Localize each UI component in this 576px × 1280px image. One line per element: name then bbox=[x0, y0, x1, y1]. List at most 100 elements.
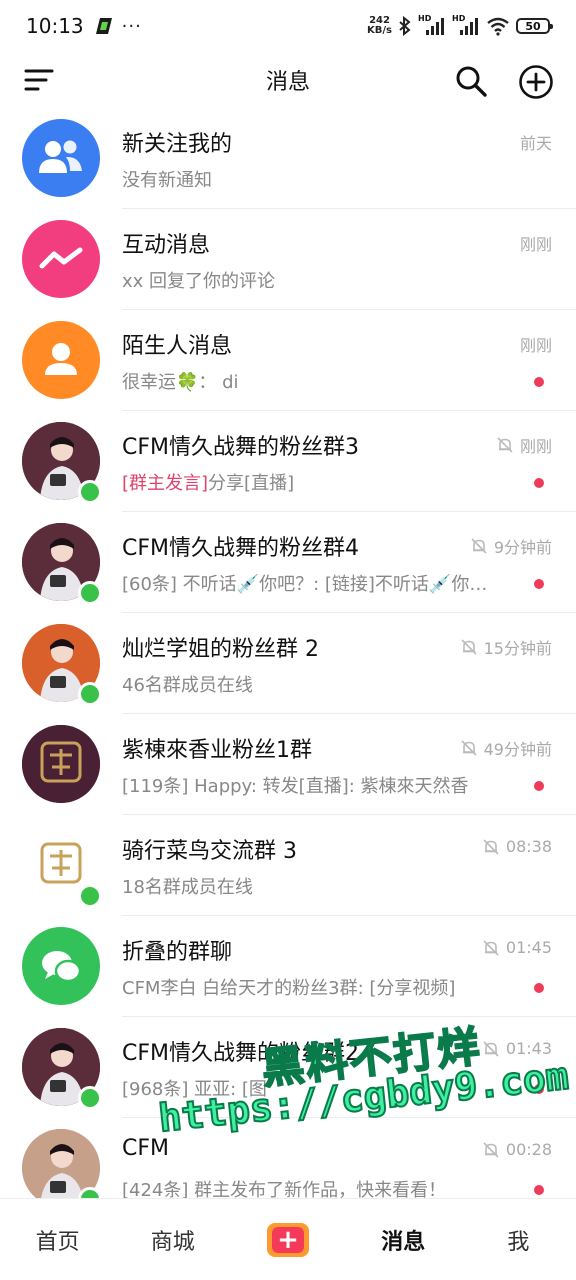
status-time: 10:13 bbox=[26, 14, 84, 38]
bottom-nav: 首页 商城 + 消息 我 bbox=[0, 1198, 576, 1280]
unread-dot bbox=[534, 377, 544, 387]
mute-bell-icon bbox=[471, 538, 487, 554]
conversation-row[interactable]: 互动消息 xx 回复了你的评论 刚刚 bbox=[0, 209, 576, 310]
preview-text: xx 回复了你的评论 bbox=[122, 271, 276, 292]
conversation-name: CFM情久战舞的粉丝群3 bbox=[122, 435, 359, 460]
online-indicator bbox=[78, 884, 102, 908]
menu-icon[interactable] bbox=[24, 66, 54, 94]
time-text: 刚刚 bbox=[519, 235, 552, 254]
hd-label-1: HD bbox=[418, 14, 432, 23]
time-text: 49分钟前 bbox=[483, 740, 552, 759]
conversation-row[interactable]: CFM情久战舞的粉丝群3 [群主发言]分享[直播] 刚刚 bbox=[0, 411, 576, 512]
preview-text: 没有新通知 bbox=[122, 170, 212, 191]
unread-dot bbox=[534, 478, 544, 488]
conversation-time: 刚刚 bbox=[496, 433, 552, 457]
conversation-time: 00:28 bbox=[482, 1140, 552, 1159]
time-text: 前天 bbox=[519, 134, 552, 153]
unread-dot bbox=[534, 1185, 544, 1195]
followers-icon[interactable] bbox=[22, 119, 100, 197]
conversation-name: 互动消息 bbox=[122, 233, 211, 258]
conversation-preview: [60条] 不听话💉你吧？: [链接]不听话💉你… bbox=[122, 570, 487, 596]
unread-dot bbox=[534, 579, 544, 589]
conversation-row[interactable]: CFM情久战舞的粉丝群2 [968条] 亚亚: [图 01:43 bbox=[0, 1017, 576, 1118]
nav-home[interactable]: 首页 bbox=[0, 1224, 115, 1256]
preview-text: 很幸运🍀： di bbox=[122, 372, 239, 393]
online-indicator bbox=[78, 480, 102, 504]
conversation-name: 灿烂学姐的粉丝群 2 bbox=[122, 637, 319, 662]
conversation-preview: 46名群成员在线 bbox=[122, 671, 253, 697]
preview-text: [424条] 群主发布了新作品，快来看看！ bbox=[122, 1180, 447, 1198]
preview-text: 分享[直播] bbox=[208, 473, 295, 494]
conversation-row[interactable]: 骑行菜鸟交流群 3 18名群成员在线 08:38 bbox=[0, 815, 576, 916]
conversation-preview: [119条] Happy: 转发[直播]: 紫棟來天然香 bbox=[122, 772, 469, 798]
unread-dot bbox=[534, 983, 544, 993]
time-text: 01:45 bbox=[505, 938, 552, 957]
conversation-preview: xx 回复了你的评论 bbox=[122, 267, 275, 293]
conversation-preview: 没有新通知 bbox=[122, 166, 212, 192]
conversation-row[interactable]: 陌生人消息 很幸运🍀： di 刚刚 bbox=[0, 310, 576, 411]
conversation-name: 骑行菜鸟交流群 3 bbox=[122, 839, 297, 864]
folded-chat-icon[interactable] bbox=[22, 927, 100, 1005]
add-icon[interactable] bbox=[518, 64, 554, 100]
mute-bell-icon bbox=[461, 740, 477, 756]
group-avatar[interactable] bbox=[22, 725, 100, 803]
conversation-time: 15分钟前 bbox=[460, 635, 552, 659]
conversation-row[interactable]: CFM情久战舞的粉丝群4 [60条] 不听话💉你吧？: [链接]不听话💉你… 9分钟… bbox=[0, 512, 576, 613]
nav-mall[interactable]: 商城 bbox=[115, 1224, 230, 1256]
unread-dot bbox=[534, 781, 544, 791]
conversation-name: 折叠的群聊 bbox=[122, 940, 233, 965]
conversation-name: CFM情久战舞的粉丝群4 bbox=[122, 536, 359, 561]
conversation-preview: 18名群成员在线 bbox=[122, 873, 253, 899]
conversation-preview: [968条] 亚亚: [图 bbox=[122, 1075, 267, 1101]
conversation-row[interactable]: CFM [424条] 群主发布了新作品，快来看看！ 00:28 bbox=[0, 1118, 576, 1198]
status-bar: 10:13 ··· 242 KB/s HD HD 50 bbox=[0, 0, 576, 52]
conversation-time: 刚刚 bbox=[520, 231, 552, 255]
conversation-name: CFM bbox=[122, 1136, 169, 1161]
conversation-list: 新关注我的 没有新通知 前天 互动消息 xx 回复了你的评论 刚刚 陌生人消息 很幸运🍀： d… bbox=[0, 108, 576, 1198]
search-icon[interactable] bbox=[454, 64, 488, 98]
battery-level: 50 bbox=[525, 19, 541, 33]
net-speed: 242 KB/s bbox=[367, 16, 392, 36]
nav-messages[interactable]: 消息 bbox=[346, 1224, 461, 1256]
time-text: 01:43 bbox=[505, 1039, 552, 1058]
conversation-row[interactable]: 新关注我的 没有新通知 前天 bbox=[0, 108, 576, 209]
online-indicator bbox=[78, 581, 102, 605]
conversation-preview: [424条] 群主发布了新作品，快来看看！ bbox=[122, 1176, 446, 1198]
time-text: 08:38 bbox=[505, 837, 552, 856]
mute-bell-icon bbox=[483, 1141, 499, 1158]
bluetooth-icon bbox=[399, 16, 411, 36]
conversation-row[interactable]: 紫棟來香业粉丝1群 [119条] Happy: 转发[直播]: 紫棟來天然香 49分… bbox=[0, 714, 576, 815]
battery-indicator: 50 bbox=[516, 18, 553, 34]
conversation-time: 01:43 bbox=[482, 1039, 552, 1058]
mute-bell-icon bbox=[497, 437, 513, 453]
preview-text: [60条] 不听话💉你吧？: [链接]不听话💉你… bbox=[122, 574, 488, 595]
conversation-row[interactable]: 折叠的群聊 CFM李白 白给天才的粉丝3群: [分享视频] 01:45 bbox=[0, 916, 576, 1017]
time-text: 刚刚 bbox=[519, 437, 552, 456]
mute-bell-icon bbox=[461, 639, 477, 655]
mute-bell-icon bbox=[483, 939, 499, 956]
stranger-icon[interactable] bbox=[22, 321, 100, 399]
conversation-row[interactable]: 灿烂学姐的粉丝群 2 46名群成员在线 15分钟前 bbox=[0, 613, 576, 714]
create-plus-icon[interactable]: + bbox=[267, 1222, 309, 1257]
time-text: 15分钟前 bbox=[483, 639, 552, 658]
preview-text: [968条] 亚亚: [图 bbox=[122, 1079, 267, 1100]
conversation-name: CFM情久战舞的粉丝群2 bbox=[122, 1041, 359, 1066]
page-title: 消息 bbox=[265, 70, 310, 95]
time-text: 9分钟前 bbox=[493, 538, 552, 557]
nav-create[interactable]: + bbox=[230, 1222, 345, 1257]
nav-me[interactable]: 我 bbox=[461, 1224, 576, 1256]
mute-bell-icon bbox=[483, 838, 499, 855]
signal-icon-2: HD bbox=[452, 14, 480, 36]
preview-tag: [群主发言] bbox=[122, 473, 209, 494]
preview-text: [119条] Happy: 转发[直播]: 紫棟來天然香 bbox=[122, 776, 469, 797]
conversation-time: 08:38 bbox=[482, 837, 552, 856]
interaction-icon[interactable] bbox=[22, 220, 100, 298]
conversation-time: 01:45 bbox=[482, 938, 552, 957]
conversation-preview: [群主发言]分享[直播] bbox=[122, 469, 294, 495]
wifi-icon bbox=[487, 17, 509, 36]
online-indicator bbox=[78, 1086, 102, 1110]
online-indicator bbox=[78, 682, 102, 706]
conversation-name: 紫棟來香业粉丝1群 bbox=[122, 738, 312, 763]
hd-label-2: HD bbox=[452, 14, 466, 23]
header: 消息 bbox=[0, 52, 576, 108]
